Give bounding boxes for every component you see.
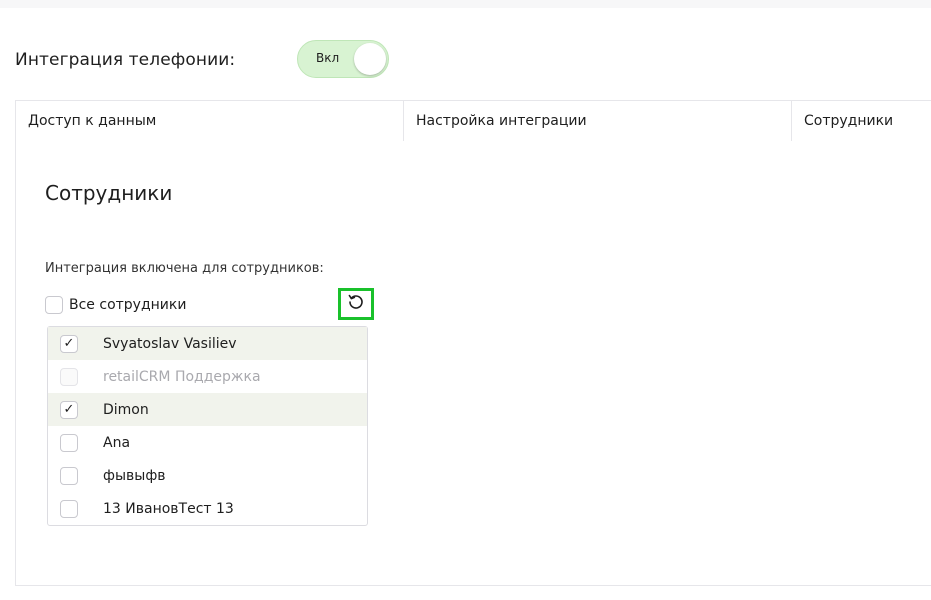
list-item[interactable]: фывыфв [48, 459, 367, 492]
employee-checkbox[interactable] [60, 433, 78, 452]
employee-name: Dimon [103, 401, 149, 418]
employees-field-label: Интеграция включена для сотрудников: [45, 261, 324, 276]
toggle-knob[interactable] [354, 43, 386, 75]
list-item[interactable]: Ana [48, 426, 367, 459]
page: Интеграция телефонии: Вкл Доступ к данны… [0, 0, 931, 600]
tab-data-access[interactable]: Доступ к данным [16, 101, 404, 141]
employee-name: Svyatoslav Vasiliev [103, 335, 237, 352]
list-item[interactable]: ✓ Svyatoslav Vasiliev [48, 327, 367, 360]
employee-checkbox[interactable] [60, 499, 78, 518]
integration-header: Интеграция телефонии: [15, 40, 235, 80]
tab-label: Настройка интеграции [416, 113, 587, 129]
employee-name: Ana [103, 434, 131, 451]
employees-list: ✓ Svyatoslav Vasiliev retailCRM Поддержк… [47, 326, 368, 526]
employee-checkbox[interactable]: ✓ [60, 334, 78, 353]
all-employees-row[interactable]: Все сотрудники [45, 296, 186, 314]
all-employees-label: Все сотрудники [69, 297, 187, 313]
employee-name: 13 ИвановТест 13 [103, 500, 234, 517]
refresh-icon [347, 293, 365, 315]
tab-integration-settings[interactable]: Настройка интеграции [404, 101, 792, 141]
check-icon: ✓ [63, 402, 75, 417]
employee-checkbox[interactable]: ✓ [60, 400, 78, 419]
all-employees-checkbox[interactable] [45, 296, 63, 314]
top-strip [0, 0, 931, 8]
tab-label: Сотрудники [804, 113, 894, 129]
tabs-bar: Доступ к данным Настройка интеграции Сот… [15, 100, 931, 142]
employee-checkbox [60, 367, 78, 386]
section-title: Сотрудники [45, 181, 173, 205]
check-icon: ✓ [63, 336, 75, 351]
tab-employees[interactable]: Сотрудники [792, 101, 931, 141]
employee-name: фывыфв [103, 467, 166, 484]
list-item[interactable]: ✓ Dimon [48, 393, 367, 426]
list-item: retailCRM Поддержка [48, 360, 367, 393]
employee-checkbox[interactable] [60, 466, 78, 485]
toggle-label: Вкл [316, 51, 340, 65]
employees-panel: Сотрудники Интеграция включена для сотру… [15, 141, 931, 586]
integration-title: Интеграция телефонии: [15, 50, 236, 70]
refresh-button[interactable] [338, 288, 374, 320]
employee-name: retailCRM Поддержка [103, 368, 261, 385]
integration-toggle[interactable]: Вкл [297, 40, 389, 78]
tab-label: Доступ к данным [28, 113, 157, 129]
list-item[interactable]: 13 ИвановТест 13 [48, 492, 367, 525]
